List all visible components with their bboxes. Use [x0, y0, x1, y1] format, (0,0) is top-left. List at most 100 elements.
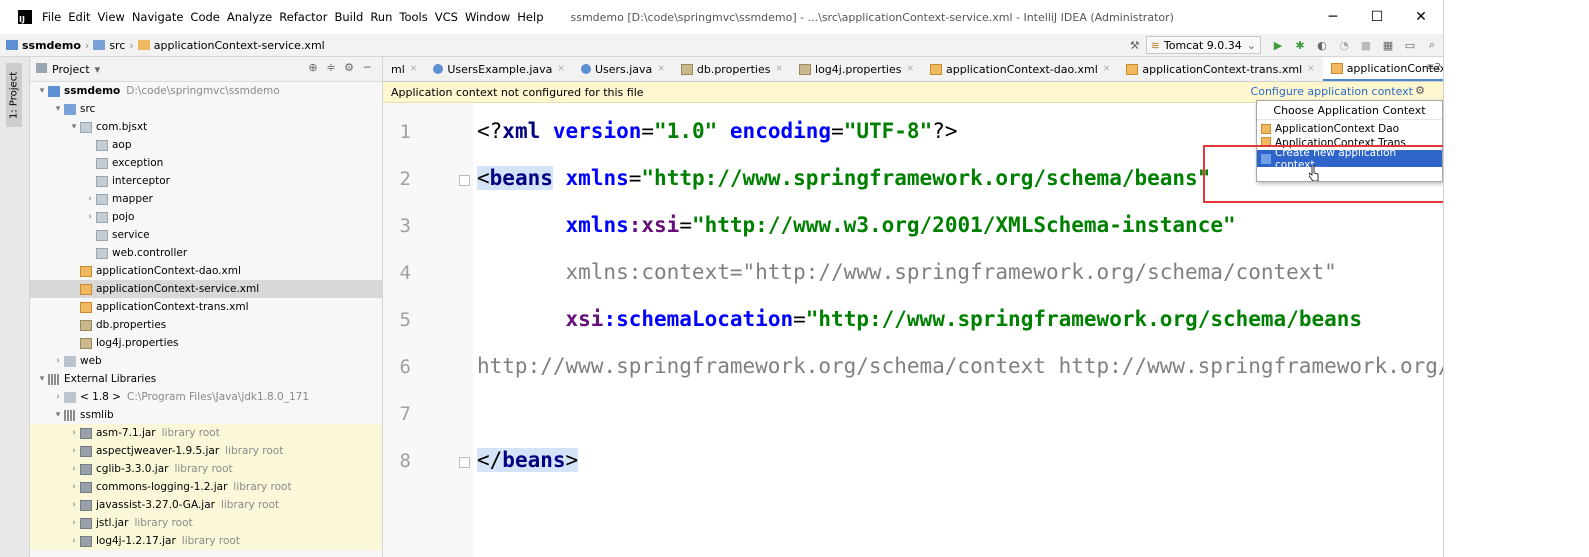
menu-build[interactable]: Build — [334, 10, 363, 24]
tree-item[interactable]: › mapper — [30, 190, 382, 208]
close-icon[interactable]: × — [906, 64, 914, 74]
chevron-right-icon[interactable]: › — [84, 194, 96, 204]
menu-window[interactable]: Window — [465, 10, 510, 24]
tree-item[interactable]: applicationContext-service.xml — [30, 280, 382, 298]
chevron-right-icon[interactable]: › — [84, 212, 96, 222]
editor-tab[interactable]: applicationContext-trans.xml × — [1118, 57, 1322, 81]
tree-item[interactable]: ▾ ssmdemo D:\code\springmvc\ssmdemo — [30, 82, 382, 100]
fold-marker-icon[interactable] — [459, 457, 470, 468]
tree-item[interactable]: exception — [30, 154, 382, 172]
chevron-right-icon[interactable]: › — [68, 482, 80, 492]
tree-item[interactable]: › web — [30, 352, 382, 370]
tree-item[interactable]: ▾ ssmlib — [30, 406, 382, 424]
run-configuration-select[interactable]: ≋ Tomcat 9.0.34 ⌄ — [1145, 36, 1261, 54]
chevron-down-icon[interactable]: ▾ — [52, 104, 64, 114]
menu-run[interactable]: Run — [370, 10, 392, 24]
profile-icon[interactable]: ◔ — [1336, 38, 1352, 52]
editor-tab[interactable]: applicationContext-dao.xml × — [922, 57, 1118, 81]
project-structure-icon[interactable]: ▦ — [1380, 38, 1396, 52]
tree-item[interactable]: aop — [30, 136, 382, 154]
tree-item[interactable]: › asm-7.1.jar library root — [30, 424, 382, 442]
chevron-down-icon[interactable]: ▾ — [36, 374, 48, 384]
tabs-overflow-button[interactable]: ≡2 — [1426, 62, 1441, 73]
maximize-button[interactable]: ☐ — [1355, 9, 1399, 25]
layout-icon[interactable]: ▭ — [1402, 38, 1418, 52]
breadcrumb-src[interactable]: src — [93, 39, 125, 52]
project-view-select[interactable]: Project — [52, 63, 90, 76]
menu-code[interactable]: Code — [190, 10, 219, 24]
close-icon[interactable]: × — [775, 64, 783, 74]
chevron-down-icon[interactable]: ▾ — [68, 122, 80, 132]
breadcrumb-file[interactable]: applicationContext-service.xml — [137, 39, 325, 52]
menu-tools[interactable]: Tools — [399, 10, 427, 24]
menu-view[interactable]: View — [98, 10, 125, 24]
breadcrumb-project[interactable]: ssmdemo — [6, 39, 81, 52]
menu-file[interactable]: File — [42, 10, 61, 24]
chevron-right-icon[interactable]: › — [68, 536, 80, 546]
minimize-button[interactable]: ─ — [1311, 9, 1355, 25]
gear-icon[interactable]: ⚙ — [340, 61, 358, 74]
gear-icon[interactable]: ⚙ — [1415, 84, 1425, 97]
tree-item[interactable]: › commons-logging-1.2.jar library root — [30, 478, 382, 496]
tree-item[interactable]: › pojo — [30, 208, 382, 226]
debug-icon[interactable]: ✱ — [1292, 38, 1308, 52]
tree-item[interactable]: › jstl.jar library root — [30, 514, 382, 532]
close-icon[interactable]: × — [1103, 64, 1111, 74]
menu-navigate[interactable]: Navigate — [132, 10, 184, 24]
tree-item[interactable]: service — [30, 226, 382, 244]
chevron-right-icon[interactable]: › — [68, 500, 80, 510]
coverage-icon[interactable]: ◐ — [1314, 38, 1330, 52]
configure-application-context-link[interactable]: Configure application context — [1251, 85, 1413, 98]
tree-item[interactable]: applicationContext-dao.xml — [30, 262, 382, 280]
project-tool-window-tab[interactable]: 1: Project — [6, 63, 22, 127]
close-icon[interactable]: × — [557, 64, 565, 74]
editor-tab[interactable]: UsersExample.java × — [425, 57, 573, 81]
tree-item[interactable]: › javassist-3.27.0-GA.jar library root — [30, 496, 382, 514]
search-icon[interactable]: ⌕ — [1424, 38, 1440, 52]
close-button[interactable]: ✕ — [1399, 9, 1443, 25]
chevron-down-icon[interactable]: ▾ — [52, 410, 64, 420]
tree-item[interactable]: db.properties — [30, 316, 382, 334]
chevron-right-icon[interactable]: › — [52, 392, 64, 402]
run-icon[interactable]: ▶ — [1270, 38, 1286, 52]
menu-edit[interactable]: Edit — [68, 10, 90, 24]
tree-item[interactable]: interceptor — [30, 172, 382, 190]
locate-icon[interactable]: ⊕ — [304, 61, 322, 74]
tree-item[interactable]: web.controller — [30, 244, 382, 262]
editor-tab[interactable]: applicationContext-service.xm — [1322, 57, 1443, 81]
menu-analyze[interactable]: Analyze — [227, 10, 272, 24]
editor-tab[interactable]: Users.java × — [573, 57, 673, 81]
tree-item[interactable]: ▾ External Libraries — [30, 370, 382, 388]
build-hammer-icon[interactable]: ⚒ — [1127, 38, 1143, 52]
chevron-right-icon[interactable]: › — [68, 464, 80, 474]
tree-item[interactable]: › cglib-3.3.0.jar library root — [30, 460, 382, 478]
tree-item[interactable]: › aspectjweaver-1.9.5.jar library root — [30, 442, 382, 460]
tree-item[interactable]: › log4j-1.2.17.jar library root — [30, 532, 382, 550]
tree-item[interactable]: log4j.properties — [30, 334, 382, 352]
menu-help[interactable]: Help — [517, 10, 543, 24]
fold-marker-icon[interactable] — [459, 175, 470, 186]
chevron-right-icon[interactable]: › — [68, 518, 80, 528]
tree-item[interactable]: › < 1.8 > C:\Program Files\Java\jdk1.8.0_1… — [30, 388, 382, 406]
close-icon[interactable]: × — [657, 64, 665, 74]
close-icon[interactable]: × — [1307, 64, 1315, 74]
breadcrumb-label: src — [109, 38, 126, 52]
popup-item-dao[interactable]: ApplicationContext Dao — [1257, 120, 1442, 137]
stop-icon[interactable]: ■ — [1358, 38, 1374, 52]
hide-icon[interactable]: ─ — [358, 61, 376, 74]
chevron-right-icon[interactable]: › — [68, 428, 80, 438]
editor-tab[interactable]: log4j.properties × — [791, 57, 922, 81]
chevron-down-icon[interactable]: ▾ — [36, 86, 48, 96]
tree-item[interactable]: ▾ com.bjsxt — [30, 118, 382, 136]
tree-item[interactable]: applicationContext-trans.xml — [30, 298, 382, 316]
ide-window: IJ File Edit View Navigate Code Analyze … — [0, 0, 1444, 557]
close-icon[interactable]: × — [410, 64, 418, 74]
editor-tab[interactable]: db.properties × — [673, 57, 791, 81]
menu-vcs[interactable]: VCS — [435, 10, 458, 24]
editor-tab[interactable]: ml × — [383, 57, 425, 81]
collapse-all-icon[interactable]: ≑ — [322, 61, 340, 74]
menu-refactor[interactable]: Refactor — [279, 10, 327, 24]
chevron-right-icon[interactable]: › — [68, 446, 80, 456]
tree-item[interactable]: ▾ src — [30, 100, 382, 118]
chevron-right-icon[interactable]: › — [52, 356, 64, 366]
